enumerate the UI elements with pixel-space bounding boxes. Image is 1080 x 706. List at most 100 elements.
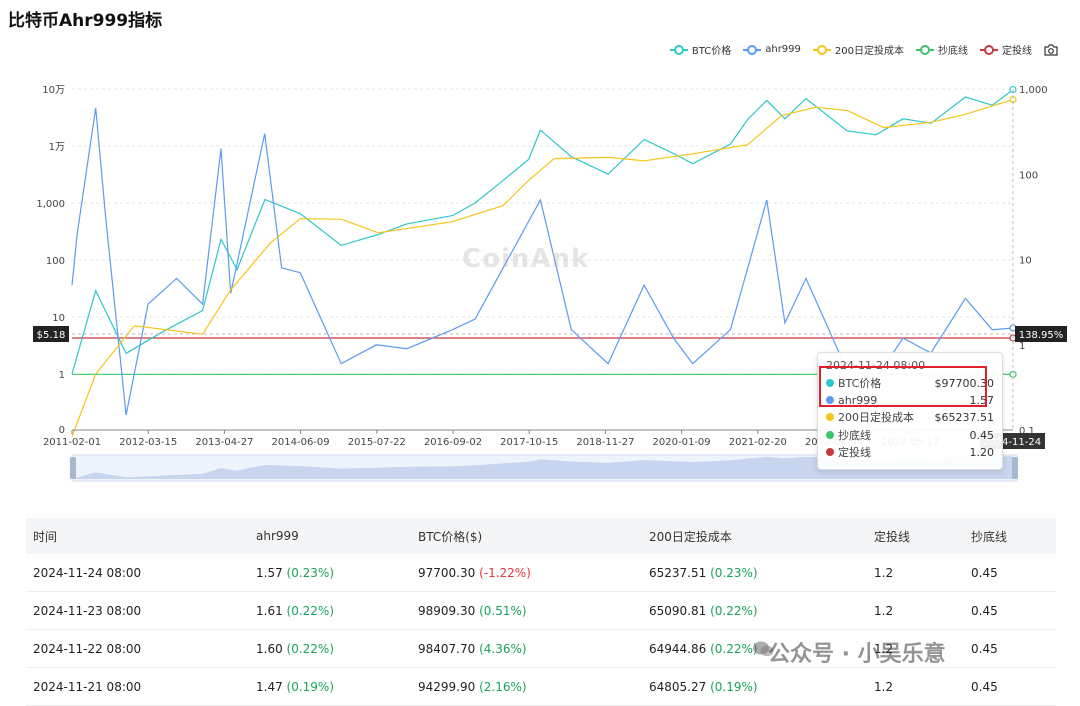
table-cell: 98909.30 (0.51%)	[411, 591, 642, 630]
right-tick-label: 1	[1019, 341, 1025, 352]
table-cell: 2024-11-24 08:00	[26, 554, 249, 592]
cell-change: (0.23%)	[282, 565, 335, 580]
cell-value: 94299.90	[418, 679, 476, 694]
cell-change: (0.22%)	[706, 603, 758, 618]
table-cell: 94299.90 (2.16%)	[411, 667, 642, 706]
col-header[interactable]: BTC价格($)	[411, 518, 642, 554]
tooltip-label: 定投线	[838, 446, 871, 459]
table-row: 2024-11-23 08:00 1.61 (0.22%) 98909.30 (0.…	[26, 591, 1056, 630]
x-tick-label: 2020-01-09	[653, 437, 711, 448]
table-cell: 2024-11-23 08:00	[26, 591, 249, 630]
cell-value: 65090.81	[649, 603, 707, 618]
cell-change: (0.23%)	[706, 565, 758, 580]
tooltip-value: $65237.51	[934, 410, 995, 424]
right-tick-label: 10	[1019, 256, 1032, 267]
table-cell: 64805.27 (0.19%)	[642, 667, 867, 706]
left-tick-label: 10万	[42, 85, 65, 96]
cell-value: 64805.27	[649, 679, 707, 694]
table-row: 2024-11-21 08:00 1.47 (0.19%) 94299.90 (2.…	[26, 667, 1056, 706]
table-cell: 0.45	[964, 667, 1056, 706]
cell-change: (0.22%)	[706, 641, 758, 656]
watermark-text: CoinAnk	[462, 244, 590, 274]
cell-value: 1.2	[874, 603, 894, 618]
tooltip-value: 0.45	[969, 428, 995, 442]
col-header[interactable]: 抄底线	[964, 518, 1056, 554]
ahr999-table: 时间 ahr999 BTC价格($) 200日定投成本 定投线 抄底线 2024…	[26, 518, 1056, 706]
cell-value: 2024-11-23 08:00	[33, 603, 142, 618]
left-tick-label: 1	[59, 370, 65, 381]
x-tick-label: 2016-09-02	[424, 437, 482, 448]
x-tick-label: 2021-02-20	[729, 437, 787, 448]
table-cell: 97700.30 (-1.22%)	[411, 554, 642, 592]
dot-icon	[826, 431, 834, 439]
x-tick-label: 2017-10-15	[500, 437, 558, 448]
cell-change: (0.51%)	[475, 603, 527, 618]
slider-handle-right[interactable]	[1012, 457, 1018, 479]
table-cell: 65237.51 (0.23%)	[642, 554, 867, 592]
cell-value: 0.45	[971, 603, 998, 618]
cell-change: (0.19%)	[706, 679, 758, 694]
tooltip-row-bottom: 抄底线 0.45	[826, 427, 994, 443]
col-header[interactable]: ahr999	[249, 518, 411, 554]
table-header-row: 时间 ahr999 BTC价格($) 200日定投成本 定投线 抄底线	[26, 518, 1056, 554]
left-tick-label: 1,000	[36, 199, 65, 210]
cell-value: 0.45	[971, 679, 998, 694]
table-body: 2024-11-24 08:00 1.57 (0.23%) 97700.30 (-1…	[26, 554, 1056, 706]
col-header[interactable]: 定投线	[867, 518, 964, 554]
left-marker-label: $5.18	[37, 330, 66, 341]
cell-value: 1.60	[256, 641, 283, 656]
cell-value: 98909.30	[418, 603, 476, 618]
cell-change: (4.36%)	[475, 641, 527, 656]
table-cell: 1.2	[867, 667, 964, 706]
tooltip-value: 1.20	[969, 445, 995, 459]
x-tick-label: 2012-03-15	[119, 437, 177, 448]
x-tick-label: 2014-06-09	[272, 437, 330, 448]
table-row: 2024-11-24 08:00 1.57 (0.23%) 97700.30 (-1…	[26, 554, 1056, 592]
cell-value: 1.61	[256, 603, 283, 618]
x-tick-label: 2018-11-27	[576, 437, 634, 448]
btc-price-line	[71, 89, 1014, 375]
cell-value: 97700.30	[418, 565, 476, 580]
cell-value: 65237.51	[649, 565, 707, 580]
cell-value: 64944.86	[649, 641, 707, 656]
cell-value: 1.2	[874, 679, 894, 694]
col-header[interactable]: 200日定投成本	[642, 518, 867, 554]
cell-value: 1.2	[874, 565, 894, 580]
cell-change: (0.19%)	[282, 679, 335, 694]
cell-change: (-1.22%)	[475, 565, 531, 580]
left-tick-label: 1万	[49, 142, 65, 153]
table-cell: 2024-11-21 08:00	[26, 667, 249, 706]
table-cell: 1.60 (0.22%)	[249, 629, 411, 668]
table-cell: 0.45	[964, 629, 1056, 668]
footer-watermark: 公众号 · 小吴乐意	[768, 642, 946, 667]
cell-value: 1.47	[256, 679, 283, 694]
dot-icon	[826, 448, 834, 456]
table-cell: 1.2	[867, 554, 964, 592]
tooltip-row-dca: 定投线 1.20	[826, 444, 994, 460]
table-cell: 2024-11-22 08:00	[26, 629, 249, 668]
dot-icon	[826, 413, 834, 421]
left-tick-label: 100	[46, 256, 65, 267]
table-cell: 0.45	[964, 591, 1056, 630]
col-header[interactable]: 时间	[26, 518, 249, 554]
tooltip-highlight-box	[819, 366, 987, 407]
table-cell: 98407.70 (4.36%)	[411, 629, 642, 668]
tooltip-row-cost: 200日定投成本 $65237.51	[826, 409, 994, 425]
cell-change: (0.22%)	[282, 603, 335, 618]
cell-value: 0.45	[971, 565, 998, 580]
right-tick-label: 100	[1019, 170, 1038, 181]
x-tick-label: 2011-02-01	[43, 437, 101, 448]
cell-value: 2024-11-21 08:00	[33, 679, 142, 694]
right-marker-label: 138.95%	[1019, 330, 1064, 341]
table-cell: 1.61 (0.22%)	[249, 591, 411, 630]
tooltip-label: 200日定投成本	[838, 411, 914, 424]
right-tick-label: 1,000	[1019, 85, 1048, 96]
slider-handle-left[interactable]	[70, 457, 76, 479]
x-tick-label: 2013-04-27	[195, 437, 253, 448]
tooltip-label: 抄底线	[838, 429, 871, 442]
cell-value: 1.57	[256, 565, 283, 580]
left-tick-label: 0	[59, 425, 65, 436]
table-cell: 65090.81 (0.22%)	[642, 591, 867, 630]
table-cell: 1.2	[867, 591, 964, 630]
cell-value: 2024-11-22 08:00	[33, 641, 142, 656]
